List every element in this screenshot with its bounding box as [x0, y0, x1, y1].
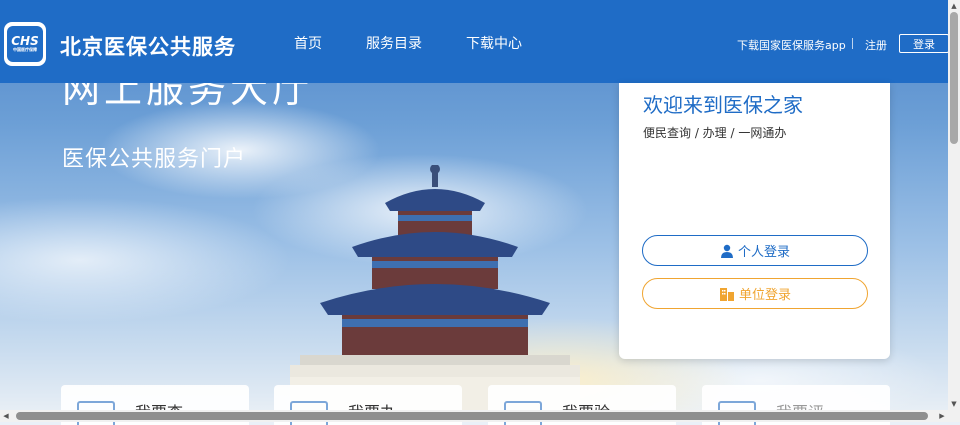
vertical-scrollbar[interactable]: ▲ ▼ [948, 0, 960, 410]
top-header: CHS 中国医疗保障 北京医保公共服务 首页 服务目录 下载中心 下载国家医保服… [0, 0, 949, 83]
scroll-left-arrow-icon[interactable]: ◀ [0, 410, 12, 422]
unit-login-label: 单位登录 [738, 288, 791, 303]
horizontal-scrollbar[interactable]: ◀ ▶ [0, 410, 960, 422]
logo-subtext: 中国医疗保障 [13, 47, 37, 52]
building-icon [719, 287, 734, 301]
register-link[interactable]: 注册 [865, 37, 887, 53]
scroll-right-arrow-icon[interactable]: ▶ [936, 410, 948, 422]
welcome-card: 欢迎来到医保之家 便民查询 / 办理 / 一网通办 个人登录 单位登录 [619, 83, 890, 359]
person-icon [720, 244, 733, 258]
vertical-scroll-thumb[interactable] [950, 12, 958, 144]
download-app-link[interactable]: 下载国家医保服务app [737, 37, 846, 53]
nav-service-catalog[interactable]: 服务目录 [366, 33, 422, 53]
temple-of-heaven-image [290, 165, 580, 410]
chs-logo[interactable]: CHS 中国医疗保障 [4, 22, 46, 66]
welcome-title: 欢迎来到医保之家 [643, 93, 803, 117]
scroll-up-arrow-icon[interactable]: ▲ [948, 0, 960, 12]
nav-download-center[interactable]: 下载中心 [466, 33, 522, 53]
personal-login-button[interactable]: 个人登录 [642, 235, 868, 266]
site-name[interactable]: 北京医保公共服务 [60, 31, 236, 61]
header-divider [852, 38, 853, 49]
logo-text: CHS [11, 34, 39, 48]
horizontal-scroll-thumb[interactable] [16, 412, 928, 420]
nav-home[interactable]: 首页 [294, 33, 322, 53]
unit-login-button[interactable]: 单位登录 [642, 278, 868, 309]
scroll-down-arrow-icon[interactable]: ▼ [948, 398, 960, 410]
welcome-subtitle: 便民查询 / 办理 / 一网通办 [643, 126, 787, 140]
hero-subtitle: 医保公共服务门户 [62, 147, 247, 172]
personal-login-label: 个人登录 [737, 245, 790, 260]
header-login-button[interactable]: 登录 [899, 34, 949, 53]
